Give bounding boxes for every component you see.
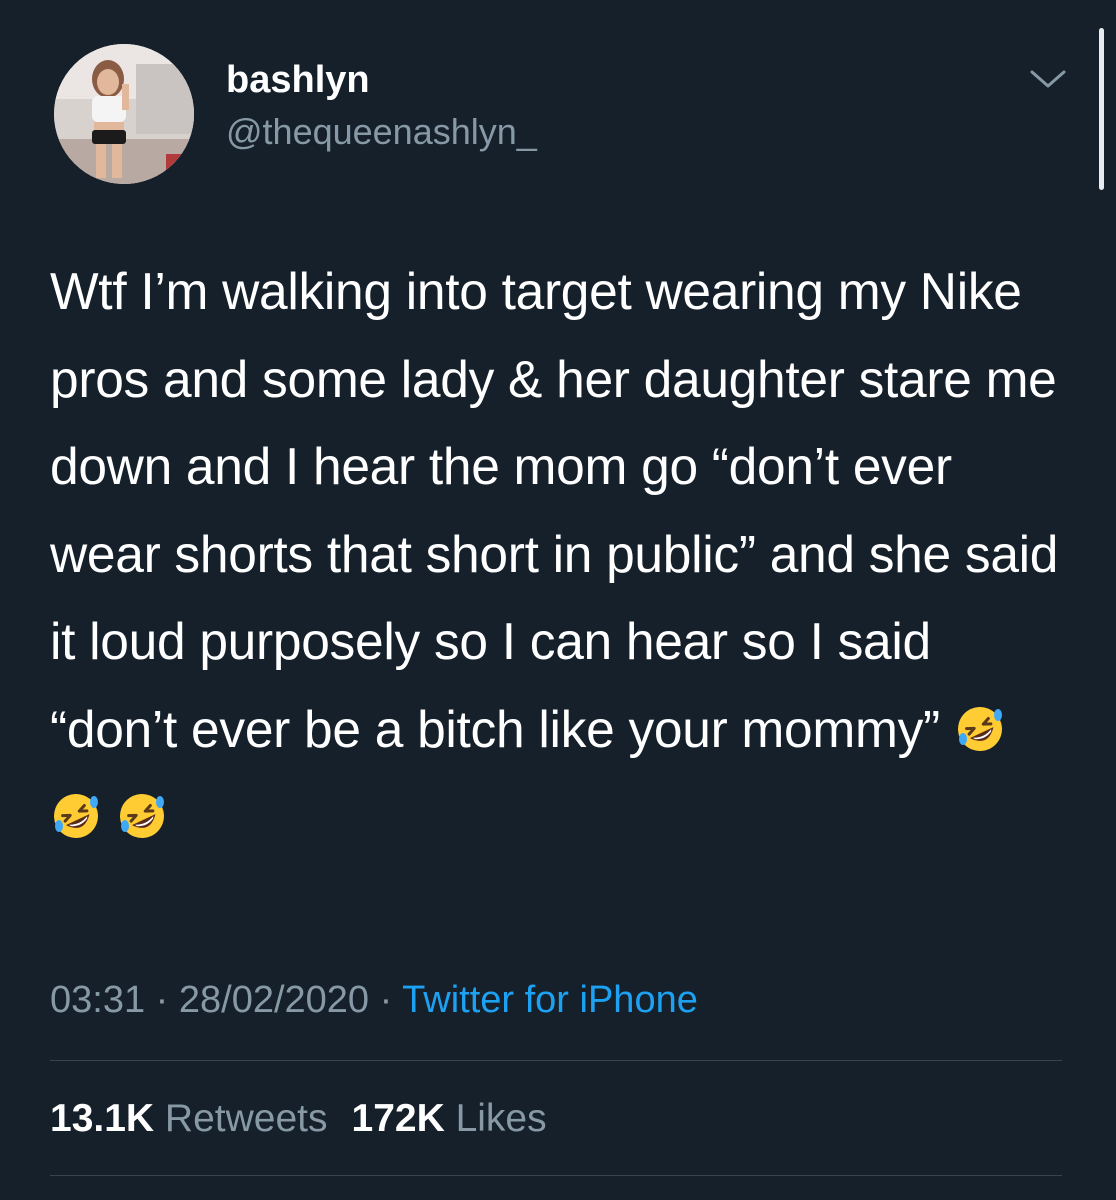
divider: [50, 1175, 1062, 1176]
tweet-detail: bashlyn @thequeenashlyn_ Wtf I’m walking…: [0, 0, 1116, 1200]
chevron-down-icon[interactable]: [1026, 64, 1070, 94]
likes-count: 172K: [351, 1097, 445, 1140]
likes-stat[interactable]: 172K Likes: [352, 1097, 547, 1140]
tweet-body: Wtf I’m walking into target wearing my N…: [50, 262, 1073, 758]
retweets-stat[interactable]: 13.1K Retweets: [50, 1097, 328, 1140]
retweets-count: 13.1K: [50, 1097, 155, 1140]
meta-separator: ·: [155, 979, 169, 1021]
tweet-source-link[interactable]: Twitter for iPhone: [402, 979, 698, 1021]
tweet-metadata: 03:31 · 28/02/2020 · Twitter for iPhone: [50, 976, 698, 1024]
tweet-stats: 13.1K Retweets 172K Likes: [50, 1095, 547, 1143]
likes-label: Likes: [455, 1097, 547, 1140]
rolling-on-floor-laughing-icon: [50, 790, 102, 842]
tweet-time[interactable]: 03:31: [50, 979, 145, 1021]
avatar[interactable]: [54, 44, 194, 184]
meta-separator: ·: [379, 979, 393, 1021]
tweet-text: Wtf I’m walking into target wearing my N…: [50, 248, 1060, 861]
tweet-date[interactable]: 28/02/2020: [179, 979, 369, 1021]
user-handle[interactable]: @thequeenashlyn_: [226, 110, 537, 154]
rolling-on-floor-laughing-icon: [116, 790, 168, 842]
divider: [50, 1060, 1062, 1061]
scrollbar[interactable]: [1099, 28, 1104, 190]
retweets-label: Retweets: [164, 1097, 328, 1140]
rolling-on-floor-laughing-icon: [954, 703, 1006, 755]
display-name[interactable]: bashlyn: [226, 58, 370, 102]
